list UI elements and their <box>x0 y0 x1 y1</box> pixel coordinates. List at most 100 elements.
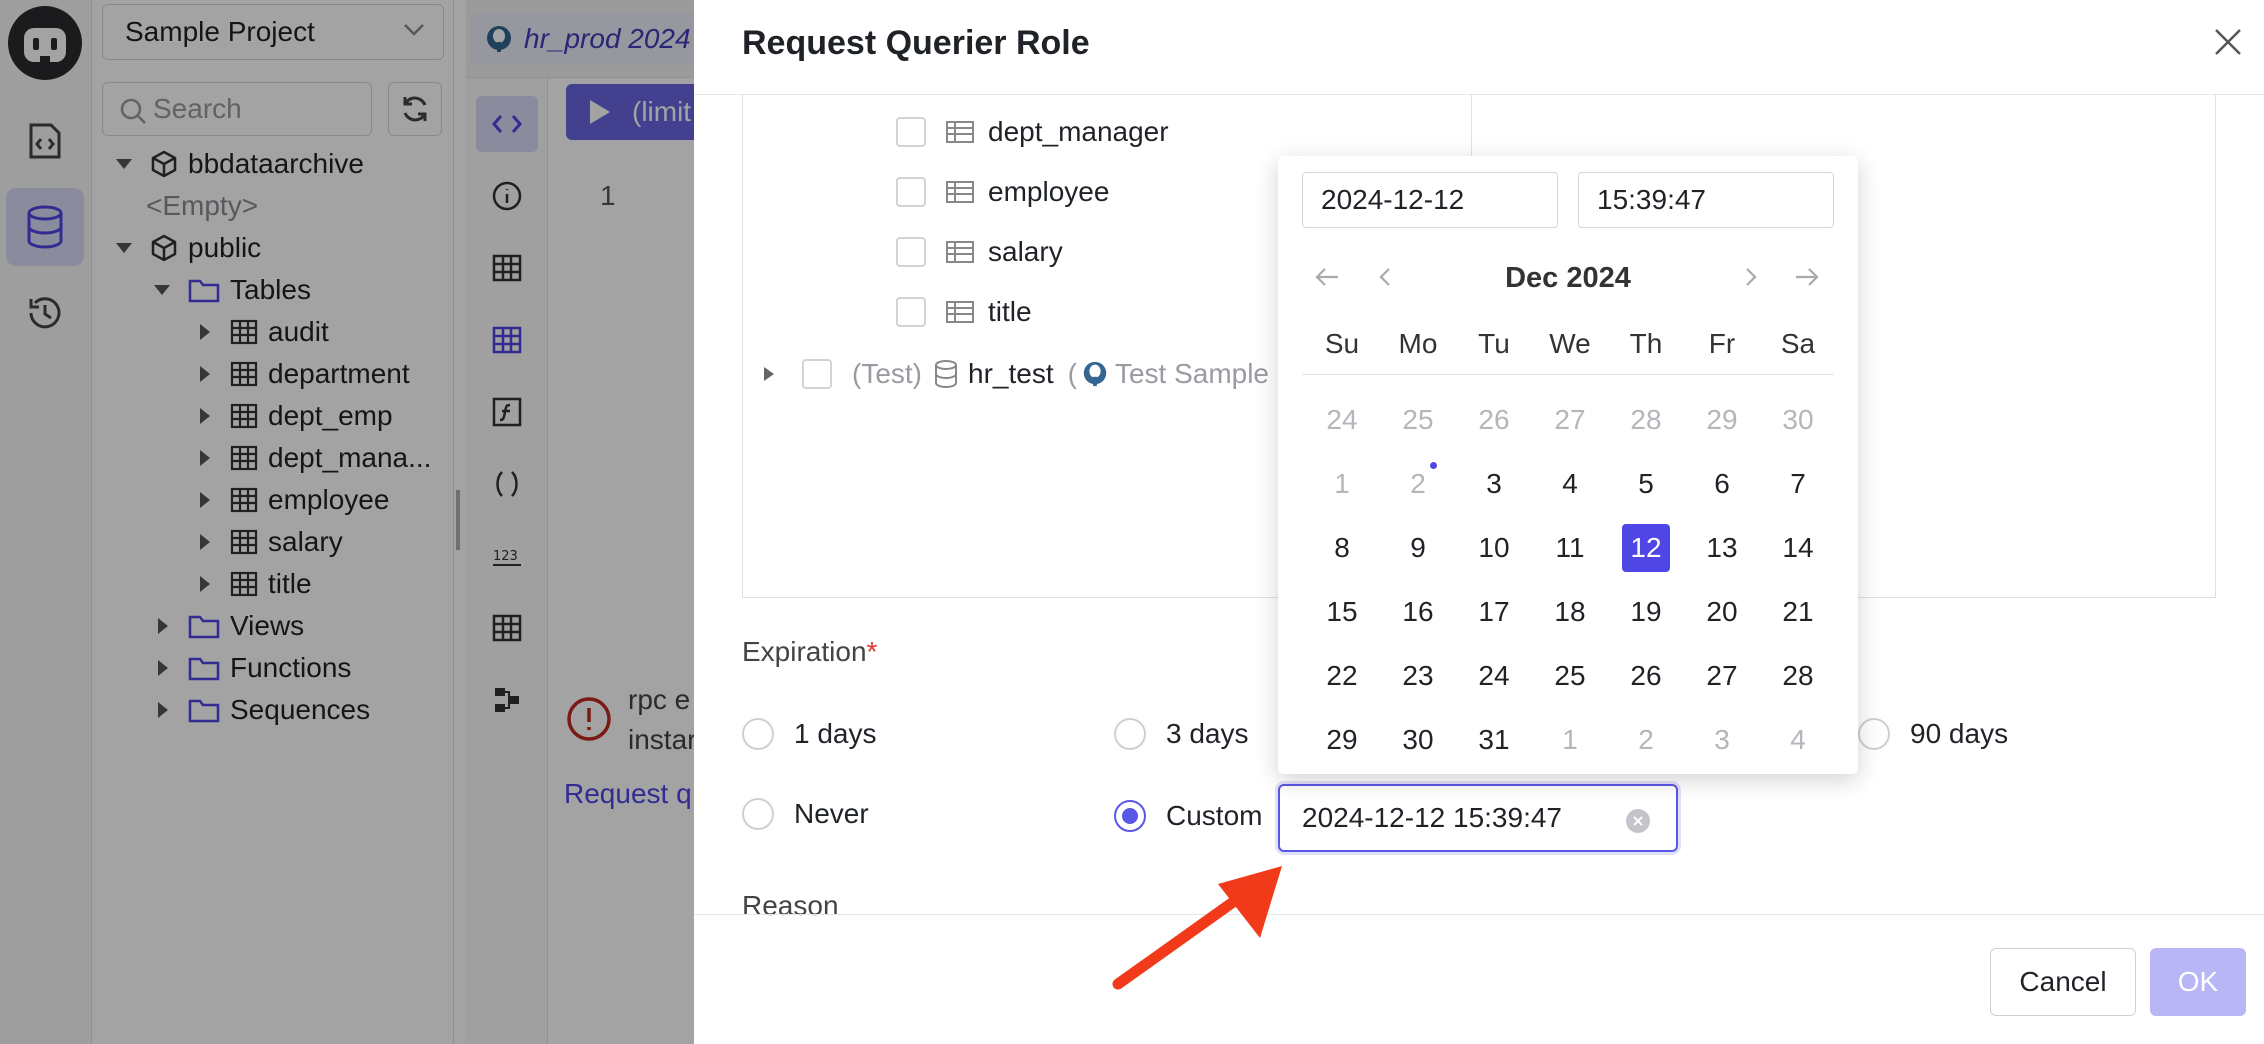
calendar-day[interactable]: 2 <box>1622 716 1670 764</box>
table-icon <box>946 180 974 204</box>
calendar-day[interactable]: 21 <box>1774 588 1822 636</box>
option-1-day[interactable]: 1 days <box>742 718 877 750</box>
expiration-label-text: Expiration <box>742 636 867 667</box>
radio-never[interactable] <box>742 798 774 830</box>
calendar-day[interactable]: 12 <box>1622 524 1670 572</box>
required-mark: * <box>866 636 878 667</box>
picker-time-input[interactable]: 15:39:47 <box>1578 172 1834 228</box>
weekday-header: Tu <box>1478 328 1510 359</box>
table-checkbox[interactable] <box>896 117 926 147</box>
picker-date-input[interactable]: 2024-12-12 <box>1302 172 1558 228</box>
picker-month-label: Dec 2024 <box>1505 262 1631 294</box>
db-row-hr-test[interactable]: (Test) hr_test ( Test Sample <box>762 354 1269 394</box>
db-instance: Test Sample <box>1114 358 1270 389</box>
table-icon <box>946 240 974 264</box>
calendar-day[interactable]: 6 <box>1698 460 1746 508</box>
calendar-day[interactable]: 27 <box>1698 652 1746 700</box>
table-checkbox[interactable] <box>896 297 926 327</box>
calendar-day[interactable]: 24 <box>1318 396 1366 444</box>
calendar-day[interactable]: 25 <box>1546 652 1594 700</box>
calendar-day[interactable]: 20 <box>1698 588 1746 636</box>
close-icon <box>2215 29 2241 55</box>
radio-1-day[interactable] <box>742 718 774 750</box>
table-name: title <box>988 296 1032 327</box>
picker-divider <box>1302 374 1834 375</box>
reason-label: Reason <box>742 890 839 921</box>
calendar-day[interactable]: 15 <box>1318 588 1366 636</box>
clear-icon[interactable] <box>1626 809 1650 833</box>
annotation-arrow-icon <box>1112 866 1282 990</box>
weekday-header: Mo <box>1398 328 1438 359</box>
calendar-day[interactable]: 24 <box>1470 652 1518 700</box>
calendar-day[interactable]: 4 <box>1546 460 1594 508</box>
weekday-header: We <box>1549 328 1591 359</box>
custom-datetime-value: 2024-12-12 15:39:47 <box>1302 802 1562 833</box>
close-button[interactable] <box>2208 22 2248 62</box>
calendar-day[interactable]: 29 <box>1318 716 1366 764</box>
weekday-header: Fr <box>1708 328 1736 359</box>
custom-datetime-input[interactable]: 2024-12-12 15:39:47 <box>1278 784 1678 852</box>
calendar-day[interactable]: 23 <box>1394 652 1442 700</box>
calendar-day[interactable]: 3 <box>1470 460 1518 508</box>
table-icon <box>946 300 974 324</box>
calendar-day[interactable]: 26 <box>1470 396 1518 444</box>
postgres-icon <box>1081 360 1109 388</box>
calendar-day[interactable]: 28 <box>1622 396 1670 444</box>
calendar-day[interactable]: 14 <box>1774 524 1822 572</box>
calendar-day[interactable]: 1 <box>1546 716 1594 764</box>
drawer-title: Request Querier Role <box>742 24 1090 62</box>
calendar-day[interactable]: 28 <box>1774 652 1822 700</box>
db-env: (Test) <box>852 358 922 389</box>
calendar-day[interactable]: 18 <box>1546 588 1594 636</box>
table-checkbox-row[interactable]: employee <box>896 172 1109 212</box>
calendar-day[interactable]: 4 <box>1774 716 1822 764</box>
calendar-day[interactable]: 10 <box>1470 524 1518 572</box>
table-checkbox-row[interactable]: salary <box>896 232 1063 272</box>
calendar-day[interactable]: 27 <box>1546 396 1594 444</box>
calendar-day[interactable]: 3 <box>1698 716 1746 764</box>
picker-time-value: 15:39:47 <box>1597 184 1706 215</box>
table-icon <box>946 120 974 144</box>
calendar-day[interactable]: 31 <box>1470 716 1518 764</box>
calendar-day[interactable]: 16 <box>1394 588 1442 636</box>
calendar-day[interactable]: 26 <box>1622 652 1670 700</box>
table-name: salary <box>988 236 1063 267</box>
calendar-day[interactable]: 17 <box>1470 588 1518 636</box>
calendar-day[interactable]: 7 <box>1774 460 1822 508</box>
calendar-day[interactable]: 5 <box>1622 460 1670 508</box>
option-never[interactable]: Never <box>742 798 869 830</box>
table-checkbox[interactable] <box>896 177 926 207</box>
calendar-day[interactable]: 30 <box>1394 716 1442 764</box>
radio-3-days[interactable] <box>1114 718 1146 750</box>
radio-custom[interactable] <box>1114 800 1146 832</box>
calendar-day[interactable]: 29 <box>1698 396 1746 444</box>
footer-divider <box>694 914 2264 915</box>
next-month-icon[interactable] <box>1744 266 1758 288</box>
calendar-day[interactable]: 9 <box>1394 524 1442 572</box>
option-custom[interactable]: Custom <box>1114 800 1262 832</box>
db-checkbox[interactable] <box>802 359 832 389</box>
picker-date-value: 2024-12-12 <box>1321 184 1465 215</box>
option-3-days[interactable]: 3 days <box>1114 718 1249 750</box>
table-checkbox[interactable] <box>896 237 926 267</box>
cancel-button[interactable]: Cancel <box>1990 948 2136 1016</box>
table-checkbox-row[interactable]: title <box>896 292 1032 332</box>
weekday-header: Su <box>1324 328 1360 359</box>
calendar-day[interactable]: 11 <box>1546 524 1594 572</box>
calendar-day[interactable]: 25 <box>1394 396 1442 444</box>
calendar-day[interactable]: 13 <box>1698 524 1746 572</box>
calendar-day[interactable]: 22 <box>1318 652 1366 700</box>
option-90-days[interactable]: 90 days <box>1858 718 2008 750</box>
calendar-day[interactable]: 1 <box>1318 460 1366 508</box>
option-label: 90 days <box>1910 718 2009 749</box>
table-checkbox-row[interactable]: dept_manager <box>896 112 1169 152</box>
calendar-day[interactable]: 19 <box>1622 588 1670 636</box>
next-year-icon[interactable] <box>1794 266 1820 288</box>
radio-90-days[interactable] <box>1858 718 1890 750</box>
calendar-day[interactable]: 30 <box>1774 396 1822 444</box>
database-icon <box>934 360 958 388</box>
ok-button[interactable]: OK <box>2150 948 2246 1016</box>
option-label: 3 days <box>1166 718 1249 749</box>
option-label: Custom <box>1166 800 1263 831</box>
calendar-day[interactable]: 8 <box>1318 524 1366 572</box>
